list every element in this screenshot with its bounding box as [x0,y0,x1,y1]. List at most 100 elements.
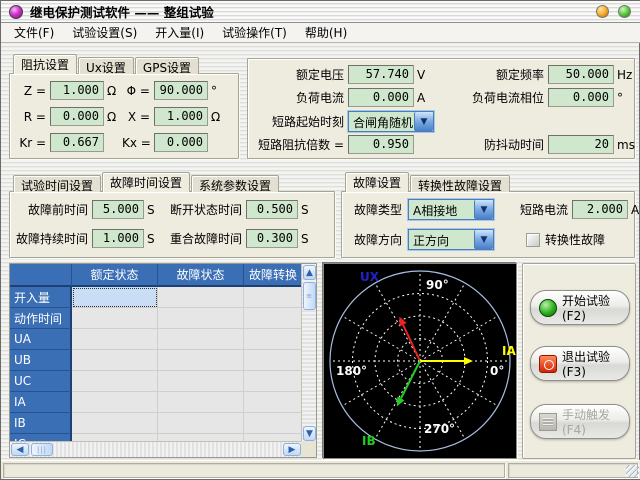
fault-panel: 故障类型 A相接地 ▼ 短路电流 2.000 A 故障方向 正方向 ▼ 转换性故… [341,191,635,258]
status-pane-left [3,463,505,478]
menu-help[interactable]: 帮助(H) [296,22,356,43]
ib-legend-label: IB [362,434,376,448]
rated-freq-field[interactable]: 50.000 [548,65,614,84]
chevron-down-icon[interactable]: ▼ [474,200,493,219]
vertical-scrollbar[interactable]: ▲ ≡ ▼ [301,264,316,442]
open-state-time-field[interactable]: 0.500 [246,200,298,219]
tab-fault-settings[interactable]: 故障设置 [345,172,409,192]
tab-convert-fault-settings[interactable]: 转换性故障设置 [410,175,510,192]
convert-fault-label: 转换性故障 [545,231,605,248]
prefault-time-field[interactable]: 5.000 [92,200,144,219]
scrollbar-corner [301,441,316,457]
load-current-field[interactable]: 0.000 [348,88,414,107]
x-label: X = [122,110,150,124]
close-button[interactable] [618,5,631,18]
load-current-unit: A [414,91,438,105]
scroll-left-icon[interactable]: ◀ [11,443,29,456]
fault-type-combo[interactable]: A相接地 ▼ [408,199,494,220]
fault-direction-label: 故障方向 [350,231,402,248]
rated-voltage-unit: V [414,68,438,82]
reclose-fault-time-field[interactable]: 0.300 [246,229,298,248]
vertical-scroll-thumb[interactable]: ≡ [303,282,316,310]
tab-gps-settings[interactable]: GPS设置 [135,57,199,74]
minimize-button[interactable] [596,5,609,18]
menu-test-settings[interactable]: 试验设置(S) [63,22,146,43]
impedance-panel: Z = 1.000 Ω Φ = 90.000 ° R = 0.000 Ω X =… [9,73,239,159]
deg-270-label: 270° [424,422,455,436]
deg-180-label: 180° [336,364,367,378]
table-row: UC [10,371,302,392]
exit-test-button[interactable]: 退出试验(F3) [530,346,630,381]
result-table: 额定状态 故障状态 故障转换 开入量 动作时间 UA UB UC IA IB I… [9,263,317,458]
prefault-time-unit: S [144,203,158,217]
table-row: 开入量 [10,287,302,308]
impedance-mult-field[interactable]: 0.950 [348,135,414,154]
phi-field[interactable]: 90.000 [154,81,208,100]
table-row: IA [10,392,302,413]
app-window: { "window": { "title": "继电保护测试软件 —— 整组试验… [0,0,640,480]
reclose-fault-time-label: 重合故障时间 [158,230,242,247]
tab-system-params[interactable]: 系统参数设置 [191,175,279,192]
impedance-tabs: 阻抗设置 Ux设置 GPS设置 [13,54,200,74]
load-phase-field[interactable]: 0.000 [548,88,614,107]
phi-label: Φ = [122,84,150,98]
vector-diagram: 90° 180° 270° 0° UX IA IB [323,263,517,459]
start-test-button[interactable]: 开始试验(F2) [530,290,630,325]
r-unit: Ω [104,110,122,124]
z-unit: Ω [104,84,122,98]
tab-ux-settings[interactable]: Ux设置 [78,57,134,74]
horizontal-scroll-thumb[interactable]: ||| [31,443,53,456]
fault-duration-label: 故障持续时间 [16,230,88,247]
x-field[interactable]: 1.000 [154,107,208,126]
ia-legend-label: IA [502,344,516,358]
scroll-right-icon[interactable]: ▶ [283,443,301,456]
selected-cell[interactable] [72,287,158,308]
tab-test-time[interactable]: 试验时间设置 [13,175,101,192]
menu-bar: 文件(F) 试验设置(S) 开入量(I) 试验操作(T) 帮助(H) [1,23,640,43]
r-label: R = [16,110,46,124]
rated-voltage-field[interactable]: 57.740 [348,65,414,84]
gray-doc-icon [539,413,557,431]
z-field[interactable]: 1.000 [50,81,104,100]
fault-type-value: A相接地 [409,200,474,219]
green-orb-icon [539,299,557,317]
col-header-fault-state: 故障状态 [158,264,244,287]
tab-impedance-settings[interactable]: 阻抗设置 [13,54,77,74]
menu-test-operation[interactable]: 试验操作(T) [213,22,296,43]
kr-field[interactable]: 0.667 [50,133,104,152]
prefault-time-label: 故障前时间 [16,201,88,218]
tab-fault-time[interactable]: 故障时间设置 [102,172,190,192]
short-start-label: 短路起始时刻 [254,113,344,130]
menu-binary-input[interactable]: 开入量(I) [146,22,213,43]
short-start-combo[interactable]: 合闸角随机 ▼ [348,111,434,132]
scroll-down-icon[interactable]: ▼ [303,426,316,441]
short-current-field[interactable]: 2.000 [572,200,628,219]
fault-duration-field[interactable]: 1.000 [92,229,144,248]
fault-tabs: 故障设置 转换性故障设置 [345,172,511,192]
z-label: Z = [16,84,46,98]
chevron-down-icon[interactable]: ▼ [414,112,433,131]
debounce-label: 防抖动时间 [438,136,544,153]
chevron-down-icon[interactable]: ▼ [474,230,493,249]
convert-fault-checkbox[interactable] [526,233,540,247]
result-grid[interactable]: 额定状态 故障状态 故障转换 开入量 动作时间 UA UB UC IA IB I… [10,264,302,442]
resize-grip-icon[interactable] [626,465,639,477]
r-field[interactable]: 0.000 [50,107,104,126]
fault-duration-unit: S [144,232,158,246]
horizontal-scrollbar[interactable]: ◀ ||| ▶ [10,441,302,457]
debounce-unit: ms [614,138,635,152]
col-header-blank [10,264,72,287]
table-row: UB [10,350,302,371]
kx-field[interactable]: 0.000 [154,133,208,152]
open-state-time-unit: S [298,203,309,217]
menu-file[interactable]: 文件(F) [5,22,63,43]
action-button-panel: 开始试验(F2) 退出试验(F3) 手动触发(F4) [522,263,636,459]
scroll-up-icon[interactable]: ▲ [303,265,316,280]
rated-freq-label: 额定频率 [438,66,544,83]
x-unit: Ω [208,110,220,124]
fault-direction-combo[interactable]: 正方向 ▼ [408,229,494,250]
short-start-value: 合闸角随机 [349,112,414,131]
debounce-field[interactable]: 20 [548,135,614,154]
rated-voltage-label: 额定电压 [254,66,344,83]
manual-trigger-button[interactable]: 手动触发(F4) [530,404,630,439]
